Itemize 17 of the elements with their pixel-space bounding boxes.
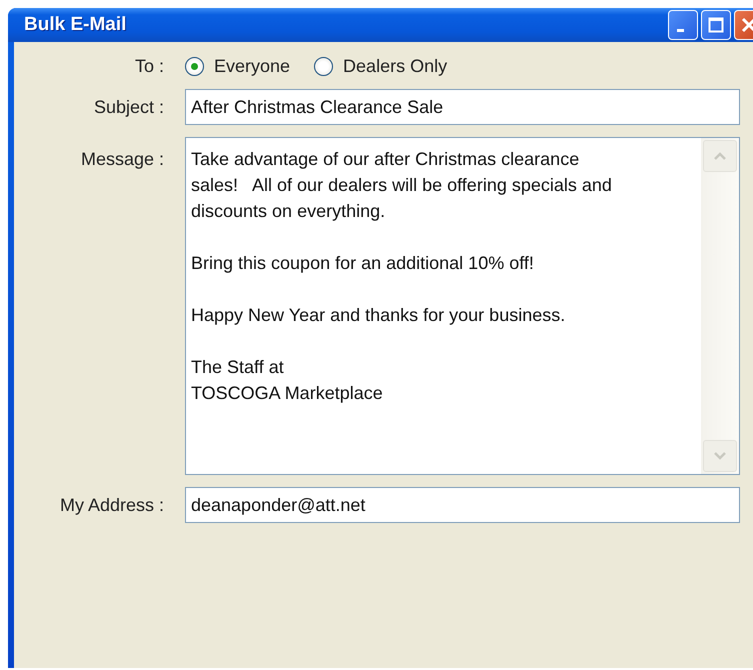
subject-field[interactable]: After Christmas Clearance Sale [185,89,740,125]
chevron-up-icon [713,151,727,161]
minimize-button[interactable] [668,10,698,40]
chevron-down-icon [713,451,727,461]
field-label: To : [134,56,164,77]
radio-button[interactable]: Everyone [185,56,290,77]
window-title: Bulk E-Mail [24,14,126,36]
maximize-icon [708,17,724,33]
message-field[interactable]: Take advantage of our after Christmas clearance sales! All of our dealers will be offering specials and discounts on everything. Bring this coupon for an additional 10% off! Happy New Year and thanks for your business. The Staff at TOSCOGA Marketplace [185,137,740,475]
address-field[interactable]: deanaponder@att.net [185,487,740,523]
field-label: Message : [80,149,164,170]
maximize-button[interactable] [701,10,731,40]
minimize-icon [676,28,684,32]
radio-button[interactable]: Dealers Only [314,56,448,77]
field-label: Subject : [92,96,164,118]
close-icon [740,16,753,34]
field-label: My Address : [58,494,164,516]
